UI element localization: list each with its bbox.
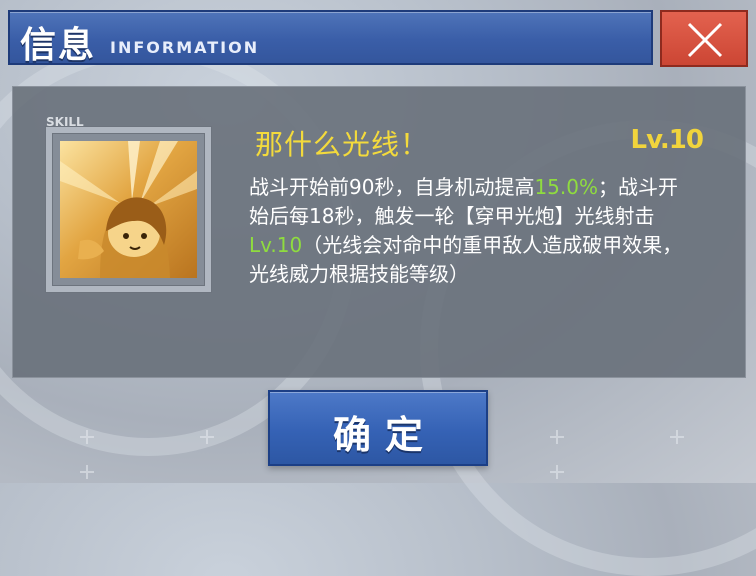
confirm-button-label: 确定 bbox=[332, 412, 437, 457]
skill-info-panel: SKILL 那什么光线！ Lv.10 战斗开始前90秒，自身机动提高15.0%；… bbox=[12, 86, 746, 378]
background-plus bbox=[670, 430, 684, 444]
mobility-bonus-value: 15.0% bbox=[534, 175, 598, 199]
skill-description: 战斗开始前90秒，自身机动提高15.0%；战斗开始后每18秒，触发一轮【穿甲光炮… bbox=[249, 173, 689, 289]
title-bar: 信息 INFORMATION bbox=[8, 10, 653, 66]
background-plus bbox=[80, 465, 94, 479]
background-plus bbox=[200, 430, 214, 444]
description-text: （光线会对命中的重甲敌人造成破甲效果，光线威力根据技能等级） bbox=[249, 233, 683, 286]
skill-icon-frame bbox=[46, 127, 211, 292]
beam-level-value: Lv.10 bbox=[249, 233, 303, 257]
background-plus bbox=[550, 465, 564, 479]
background-plus bbox=[550, 430, 564, 444]
skill-portrait-icon bbox=[60, 141, 197, 278]
dialog-title: 信息 bbox=[20, 25, 97, 66]
dialog-subtitle: INFORMATION bbox=[110, 38, 260, 57]
skill-name: 那什么光线！ bbox=[255, 128, 430, 161]
background-plus bbox=[80, 430, 94, 444]
close-button[interactable] bbox=[660, 10, 748, 67]
description-text: 战斗开始前90秒，自身机动提高 bbox=[249, 175, 535, 199]
close-icon bbox=[687, 22, 723, 58]
skill-level: Lv.10 bbox=[630, 125, 704, 155]
confirm-button[interactable]: 确定 bbox=[268, 390, 488, 466]
